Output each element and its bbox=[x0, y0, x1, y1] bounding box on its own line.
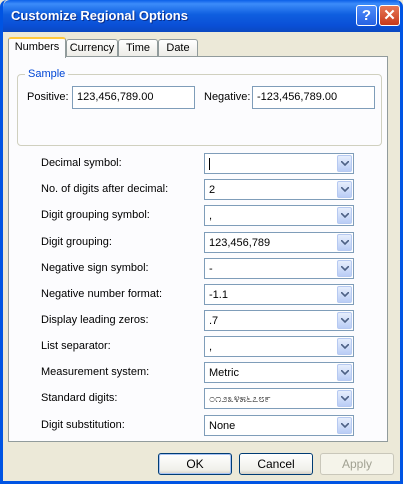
chevron-down-icon[interactable] bbox=[337, 390, 352, 407]
digits-after-decimal-label: No. of digits after decimal: bbox=[41, 183, 169, 195]
negative-sample-field: -123,456,789.00 bbox=[252, 86, 375, 109]
chevron-down-icon[interactable] bbox=[337, 312, 352, 329]
chevron-down-icon[interactable] bbox=[337, 181, 352, 198]
negative-number-format-combo[interactable]: -1.1 bbox=[204, 284, 354, 305]
positive-sample-field: 123,456,789.00 bbox=[72, 86, 195, 109]
digit-substitution-value[interactable]: None bbox=[209, 419, 235, 433]
digit-grouping-symbol-combo[interactable]: , bbox=[204, 205, 354, 226]
negative-label: Negative: bbox=[204, 91, 251, 103]
standard-digits-value[interactable]: ೦೧೨೩೪೫೬೭೮೯ bbox=[209, 392, 271, 406]
measurement-system-combo[interactable]: Metric bbox=[204, 362, 354, 383]
title-bar[interactable]: Customize Regional Options ? ✕ bbox=[3, 0, 400, 32]
measurement-system-label: Measurement system: bbox=[41, 366, 150, 378]
display-leading-zeros-label: Display leading zeros: bbox=[41, 314, 149, 326]
digit-substitution-combo[interactable]: None bbox=[204, 415, 354, 436]
chevron-down-icon[interactable] bbox=[337, 234, 352, 251]
chevron-down-icon[interactable] bbox=[337, 338, 352, 355]
negative-number-format-value[interactable]: -1.1 bbox=[209, 288, 228, 302]
standard-digits-label: Standard digits: bbox=[41, 392, 118, 404]
negative-sign-symbol-combo[interactable]: - bbox=[204, 258, 354, 279]
sample-group-label: Sample bbox=[25, 68, 69, 80]
ok-button[interactable]: OK bbox=[158, 453, 232, 475]
chevron-down-icon[interactable] bbox=[337, 364, 352, 381]
sample-group bbox=[17, 74, 382, 146]
close-button[interactable]: ✕ bbox=[379, 5, 400, 26]
negative-number-format-label: Negative number format: bbox=[41, 288, 163, 300]
decimal-symbol-label: Decimal symbol: bbox=[41, 157, 122, 169]
negative-sign-symbol-label: Negative sign symbol: bbox=[41, 262, 149, 274]
positive-label: Positive: bbox=[27, 91, 69, 103]
display-leading-zeros-value[interactable]: .7 bbox=[209, 314, 218, 328]
digit-grouping-symbol-label: Digit grouping symbol: bbox=[41, 209, 150, 221]
chevron-down-icon[interactable] bbox=[337, 417, 352, 434]
digit-grouping-symbol-value[interactable]: , bbox=[209, 209, 212, 223]
chevron-down-icon[interactable] bbox=[337, 207, 352, 224]
help-button[interactable]: ? bbox=[356, 5, 377, 26]
display-leading-zeros-combo[interactable]: .7 bbox=[204, 310, 354, 331]
cancel-button[interactable]: Cancel bbox=[239, 453, 313, 475]
digit-substitution-label: Digit substitution: bbox=[41, 419, 125, 431]
text-caret bbox=[209, 158, 210, 171]
digits-after-decimal-value[interactable]: 2 bbox=[209, 183, 215, 197]
tab-date[interactable]: Date bbox=[158, 39, 198, 57]
tab-numbers[interactable]: Numbers bbox=[8, 37, 66, 58]
list-separator-label: List separator: bbox=[41, 340, 111, 352]
measurement-system-value[interactable]: Metric bbox=[209, 366, 239, 380]
negative-sign-symbol-value[interactable]: - bbox=[209, 262, 213, 276]
digit-grouping-label: Digit grouping: bbox=[41, 236, 112, 248]
tab-time[interactable]: Time bbox=[118, 39, 158, 57]
decimal-symbol-combo[interactable] bbox=[204, 153, 354, 174]
list-separator-combo[interactable]: , bbox=[204, 336, 354, 357]
chevron-down-icon[interactable] bbox=[337, 286, 352, 303]
window-title: Customize Regional Options bbox=[11, 8, 188, 23]
chevron-down-icon[interactable] bbox=[337, 260, 352, 277]
standard-digits-combo[interactable]: ೦೧೨೩೪೫೬೭೮೯ bbox=[204, 388, 354, 409]
chevron-down-icon[interactable] bbox=[337, 155, 352, 172]
digit-grouping-combo[interactable]: 123,456,789 bbox=[204, 232, 354, 253]
apply-button[interactable]: Apply bbox=[320, 453, 394, 475]
digit-grouping-value[interactable]: 123,456,789 bbox=[209, 236, 270, 250]
tab-currency[interactable]: Currency bbox=[66, 39, 118, 57]
digits-after-decimal-combo[interactable]: 2 bbox=[204, 179, 354, 200]
decimal-symbol-value[interactable] bbox=[209, 157, 210, 171]
list-separator-value[interactable]: , bbox=[209, 340, 212, 354]
